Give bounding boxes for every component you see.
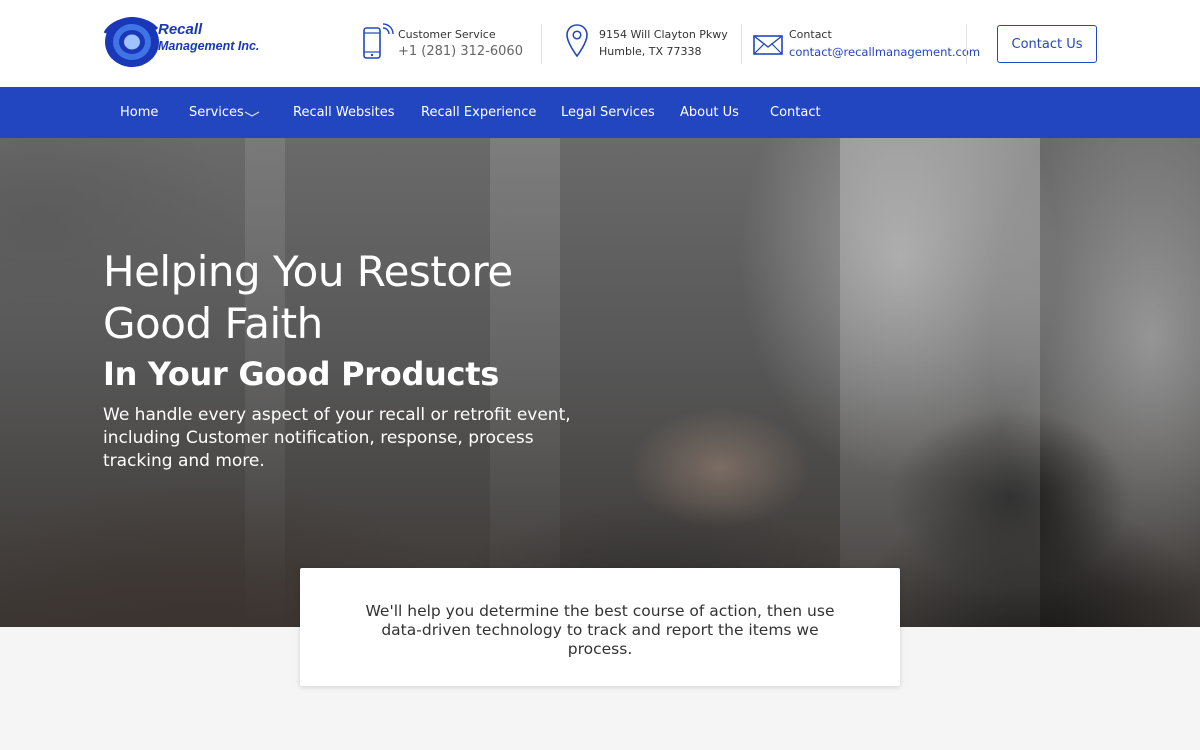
logo-icon bbox=[103, 17, 159, 67]
hero-title: Helping You Restore Good Faith bbox=[103, 247, 513, 348]
hero-subtitle: In Your Good Products bbox=[103, 355, 499, 393]
logo-line-2: Management Inc. bbox=[158, 39, 260, 53]
intro-card: We'll help you determine the best course… bbox=[300, 568, 900, 686]
divider bbox=[541, 24, 542, 64]
contact-us-button[interactable]: Contact Us bbox=[997, 25, 1097, 63]
nav-item-recall-websites[interactable]: Recall Websites bbox=[293, 87, 395, 138]
address-line-1: 9154 Will Clayton Pkwy bbox=[599, 28, 728, 41]
customer-service-label: Customer Service bbox=[398, 28, 496, 41]
divider bbox=[741, 24, 742, 64]
logo-line-1: Recall bbox=[158, 21, 203, 38]
envelope-icon bbox=[753, 35, 783, 55]
map-pin-icon bbox=[566, 24, 588, 58]
nav-item-recall-experience[interactable]: Recall Experience bbox=[421, 87, 536, 138]
main-nav: Home Services Recall Websites Recall Exp… bbox=[0, 87, 1200, 138]
intro-card-text: We'll help you determine the best course… bbox=[365, 602, 835, 658]
top-header: Recall Management Inc. Customer Service … bbox=[0, 0, 1200, 87]
customer-service-info: Customer Service +1 (281) 312-6060 bbox=[362, 22, 532, 66]
contact-label: Contact bbox=[789, 28, 832, 41]
nav-item-home[interactable]: Home bbox=[120, 87, 158, 138]
divider bbox=[966, 24, 967, 64]
hero-banner: Helping You Restore Good Faith In Your G… bbox=[0, 138, 1200, 627]
nav-item-services[interactable]: Services bbox=[189, 87, 264, 138]
chevron-down-icon bbox=[244, 111, 260, 117]
phone-icon bbox=[363, 23, 394, 59]
address-info: 9154 Will Clayton Pkwy Humble, TX 77338 bbox=[565, 22, 728, 66]
nav-item-legal-services[interactable]: Legal Services bbox=[561, 87, 655, 138]
hero-description: We handle every aspect of your recall or… bbox=[103, 405, 571, 471]
nav-item-about-us[interactable]: About Us bbox=[680, 87, 739, 138]
phone-number[interactable]: +1 (281) 312-6060 bbox=[398, 44, 523, 59]
nav-item-label: Services bbox=[189, 105, 244, 120]
background-blur-shape bbox=[840, 138, 1040, 627]
address-line-2: Humble, TX 77338 bbox=[599, 45, 702, 58]
logo-wordmark: Recall Management Inc. bbox=[158, 22, 259, 54]
email-info: Contact contact@recallmanagement.com bbox=[753, 22, 980, 66]
logo[interactable]: Recall Management Inc. bbox=[103, 15, 273, 69]
nav-item-contact[interactable]: Contact bbox=[770, 87, 821, 138]
background-blur-shape bbox=[490, 138, 560, 627]
contact-email-link[interactable]: contact@recallmanagement.com bbox=[789, 45, 980, 59]
